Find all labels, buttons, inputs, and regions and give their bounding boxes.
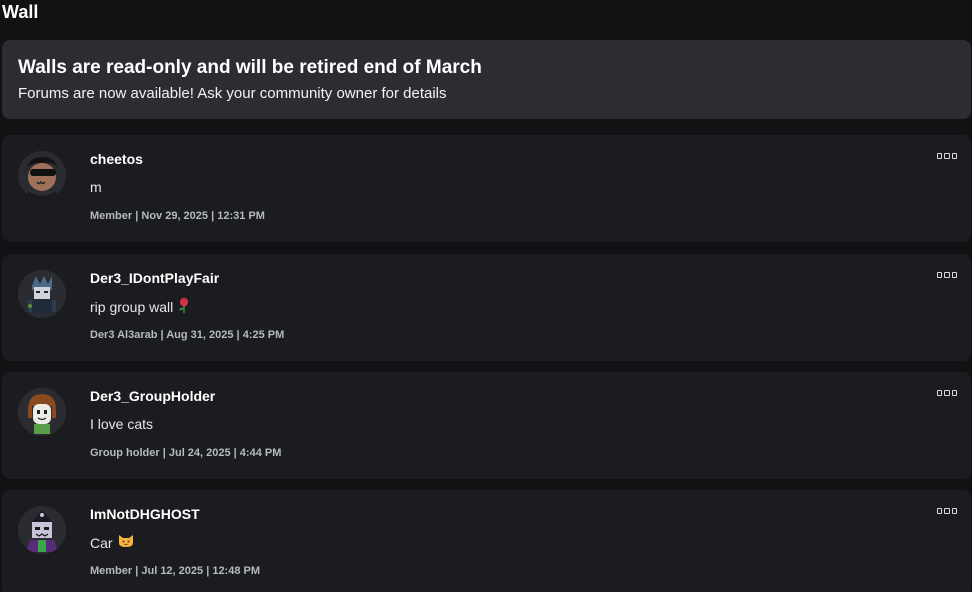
avatar[interactable] — [18, 506, 66, 554]
wall-post: cheetos m Member | Nov 29, 2025 | 12:31 … — [2, 135, 971, 242]
notice-body: Forums are now available! Ask your commu… — [18, 85, 447, 102]
wall-post: Der3_GroupHolder I love cats Group holde… — [2, 372, 971, 479]
wall-page: Wall Walls are read-only and will be ret… — [0, 0, 972, 592]
more-options-icon[interactable] — [937, 388, 957, 398]
avatar[interactable] — [18, 388, 66, 436]
notice-title: Walls are read-only and will be retired … — [18, 57, 482, 78]
post-message-text: m — [90, 179, 102, 195]
avatar[interactable] — [18, 151, 66, 199]
post-meta: Member | Jul 12, 2025 | 12:48 PM — [90, 565, 261, 577]
wall-post: Der3_IDontPlayFair rip group wall Der3 A… — [2, 254, 971, 361]
post-meta: Group holder | Jul 24, 2025 | 4:44 PM — [90, 447, 282, 459]
post-message: rip group wall — [90, 297, 190, 317]
post-message-text: I love cats — [90, 416, 154, 432]
more-options-icon[interactable] — [937, 270, 957, 280]
post-username[interactable]: ImNotDHGHOST — [90, 505, 200, 523]
avatar[interactable] — [18, 270, 66, 318]
retirement-notice-banner: Walls are read-only and will be retired … — [2, 40, 971, 119]
post-message-text: Car — [90, 534, 113, 551]
post-message: I love cats — [90, 415, 153, 433]
post-username[interactable]: Der3_GroupHolder — [90, 387, 215, 405]
post-message: Car — [90, 533, 134, 552]
more-options-icon[interactable] — [937, 151, 957, 161]
post-username[interactable]: cheetos — [90, 150, 143, 168]
post-message: m — [90, 178, 102, 196]
more-options-icon[interactable] — [937, 506, 957, 516]
page-title: Wall — [2, 2, 39, 22]
post-username[interactable]: Der3_IDontPlayFair — [90, 269, 219, 287]
post-meta: Der3 Al3arab | Aug 31, 2025 | 4:25 PM — [90, 329, 285, 341]
cat-face-icon — [118, 533, 134, 552]
wall-post: ImNotDHGHOST Car Member | Jul 12, 2025 |… — [2, 490, 971, 592]
post-message-text: rip group wall — [90, 299, 174, 315]
post-meta: Member | Nov 29, 2025 | 12:31 PM — [90, 210, 265, 222]
rose-icon — [178, 297, 190, 317]
